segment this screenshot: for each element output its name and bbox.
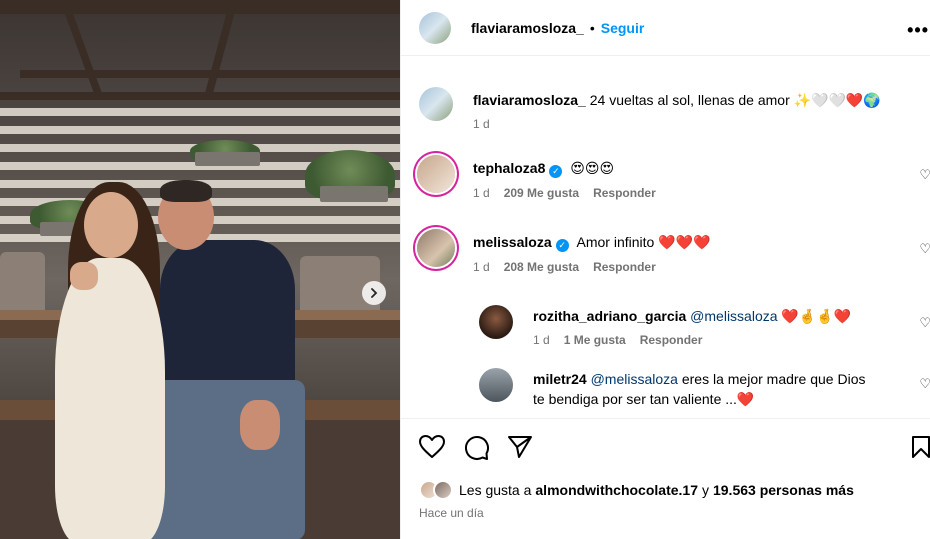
likes-prefix: Les gusta a — [459, 482, 532, 498]
action-bar — [401, 418, 930, 476]
reply: rozitha_adriano_garcia @melissaloza ❤️🤞🤞… — [479, 305, 930, 347]
planter — [195, 152, 260, 166]
reply-meta: 1 d 1 Me gusta Responder — [533, 333, 851, 347]
posted-time[interactable]: Hace un día — [419, 506, 484, 520]
likes-middle: y — [701, 482, 709, 498]
reply: miletr24 @melissaloza eres la mejor madr… — [479, 368, 930, 408]
comment: tephaloza8 ✓ 😍😍😍 1 d 209 Me gusta Respond… — [417, 155, 930, 200]
heart-icon[interactable] — [419, 435, 445, 459]
reply-time[interactable]: 1 d — [533, 333, 550, 347]
instagram-post-view: flaviaramosloza_ • Seguir ••• flaviaramo… — [0, 0, 930, 539]
author-username[interactable]: flaviaramosloza_ — [471, 20, 584, 36]
verified-badge-icon: ✓ — [549, 165, 563, 178]
comment-likes[interactable]: 208 Me gusta — [504, 260, 579, 274]
wall-slat — [0, 126, 400, 134]
planter — [320, 186, 388, 202]
liker-avatar — [433, 480, 453, 500]
woman-shoulder — [70, 262, 98, 290]
caption-username[interactable]: flaviaramosloza_ — [473, 92, 586, 108]
comment: melissaloza ✓ Amor infinito ❤️❤️❤️ 1 d 20… — [417, 229, 930, 274]
verified-badge-icon: ✓ — [555, 239, 569, 252]
likes-summary: Les gusta a almondwithchocolate.17 y 19.… — [419, 480, 854, 500]
commenter-avatar[interactable] — [417, 155, 455, 193]
reply-mention[interactable]: @melissaloza — [591, 371, 678, 387]
bookmark-icon[interactable] — [911, 435, 930, 459]
comment-likes[interactable]: 209 Me gusta — [504, 186, 579, 200]
heart-icon[interactable]: ♡ — [919, 315, 930, 331]
comment-time[interactable]: 1 d — [473, 260, 490, 274]
caption-time[interactable]: 1 d — [473, 117, 490, 131]
comment-meta: 1 d 209 Me gusta Responder — [473, 186, 656, 200]
reply-text-line-2: te bendiga por ser tan valiente ...❤️ — [533, 391, 755, 407]
author-avatar[interactable] — [419, 87, 453, 121]
heart-icon[interactable]: ♡ — [919, 376, 930, 392]
more-options-icon[interactable]: ••• — [907, 20, 929, 41]
comment-username[interactable]: melissaloza — [473, 234, 552, 250]
post-header: flaviaramosloza_ • Seguir ••• — [401, 0, 930, 56]
likes-user[interactable]: almondwithchocolate.17 — [535, 482, 698, 498]
reply-button[interactable]: Responder — [593, 186, 656, 200]
reply-likes[interactable]: 1 Me gusta — [564, 333, 626, 347]
pergola-beam — [60, 0, 105, 100]
author-avatar[interactable] — [419, 11, 451, 44]
chevron-right-icon — [371, 288, 378, 298]
man-hand — [240, 400, 280, 450]
next-photo-button[interactable] — [362, 281, 386, 305]
comment-icon[interactable] — [463, 435, 489, 461]
reply-username[interactable]: miletr24 — [533, 371, 587, 387]
woman-face — [84, 192, 138, 258]
caption: flaviaramosloza_ 24 vueltas al sol, llen… — [419, 87, 881, 131]
comment-text: Amor infinito ❤️❤️❤️ — [576, 234, 711, 250]
follow-button[interactable]: Seguir — [601, 20, 645, 36]
reply-text: eres la mejor madre que Dios — [681, 371, 866, 387]
pergola-beam — [203, 0, 238, 100]
comment-text-line: melissaloza ✓ Amor infinito ❤️❤️❤️ — [473, 233, 711, 252]
reply-text: ❤️🤞🤞❤️ — [781, 308, 852, 324]
replier-avatar[interactable] — [479, 305, 513, 339]
heart-icon[interactable]: ♡ — [919, 241, 930, 257]
reply-text-line: rozitha_adriano_garcia @melissaloza ❤️🤞🤞… — [533, 307, 851, 325]
separator-dot: • — [589, 19, 595, 36]
heart-icon[interactable]: ♡ — [919, 167, 930, 183]
post-side-panel: flaviaramosloza_ • Seguir ••• flaviaramo… — [400, 0, 930, 539]
woman-dress — [55, 258, 165, 539]
pergola-beam — [0, 92, 400, 100]
reply-button[interactable]: Responder — [640, 333, 703, 347]
likes-others[interactable]: 19.563 personas más — [713, 482, 854, 498]
reply-username[interactable]: rozitha_adriano_garcia — [533, 308, 686, 324]
reply-text-line: miletr24 @melissaloza eres la mejor madr… — [533, 370, 865, 388]
reply-mention[interactable]: @melissaloza — [690, 308, 777, 324]
send-icon[interactable] — [507, 435, 533, 459]
reply-button[interactable]: Responder — [593, 260, 656, 274]
comment-time[interactable]: 1 d — [473, 186, 490, 200]
caption-meta: 1 d — [473, 117, 881, 131]
comment-text: 😍😍😍 — [570, 160, 615, 176]
man-hair — [160, 180, 212, 202]
comment-username[interactable]: tephaloza8 — [473, 160, 545, 176]
caption-text: 24 vueltas al sol, llenas de amor ✨🤍🤍❤️🌍 — [589, 92, 881, 108]
comment-text-line: tephaloza8 ✓ 😍😍😍 — [473, 159, 656, 178]
wall-slat — [0, 108, 400, 116]
post-photo[interactable] — [0, 0, 400, 539]
replier-avatar[interactable] — [479, 368, 513, 402]
comment-meta: 1 d 208 Me gusta Responder — [473, 260, 711, 274]
commenter-avatar[interactable] — [417, 229, 455, 267]
caption-text-line: flaviaramosloza_ 24 vueltas al sol, llen… — [473, 91, 881, 109]
